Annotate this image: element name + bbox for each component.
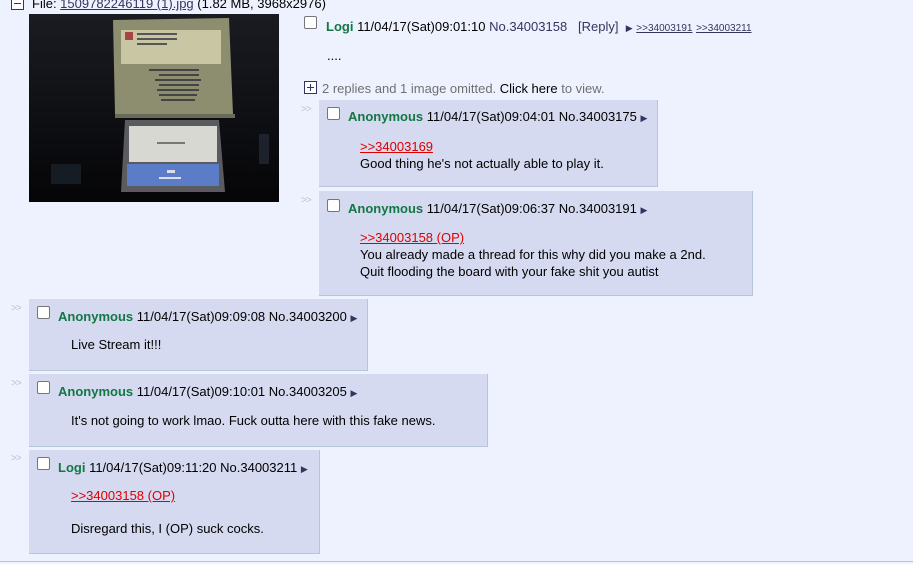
reply-select-checkbox[interactable] [37, 457, 50, 470]
op-menu-arrow-icon[interactable]: ▶ [626, 23, 633, 33]
reply-author-name: Logi [58, 460, 86, 475]
reply-message-line: Good thing he's not actually able to pla… [360, 156, 604, 171]
reply-post-number[interactable]: No.34003175 [559, 109, 637, 124]
file-meta: (1.82 MB, 3968x2976) [193, 0, 326, 11]
op-image[interactable] [29, 14, 279, 202]
file-label: File: [32, 0, 61, 11]
reply-message-line: Disregard this, I (OP) suck cocks. [71, 521, 264, 536]
reply-message-line: Live Stream it!!! [71, 337, 162, 352]
reply-select-checkbox[interactable] [327, 199, 340, 212]
reply-post-34003200: Anonymous 11/04/17(Sat)09:09:08 No.34003… [29, 299, 368, 371]
file-info: File: 1509782246119 (1).jpg (1.82 MB, 39… [32, 0, 326, 11]
reply-menu-arrow-icon[interactable]: ▶ [641, 205, 648, 215]
hide-thread-icon[interactable] [11, 0, 24, 10]
reply-author-name: Anonymous [348, 201, 424, 216]
reply-author-name: Anonymous [58, 309, 134, 324]
reply-datetime: 11/04/17(Sat)09:11:20 [89, 460, 217, 475]
click-here-link[interactable]: Click here [500, 81, 558, 96]
reply-datetime: 11/04/17(Sat)09:09:08 [136, 309, 266, 324]
reply-header: Anonymous 11/04/17(Sat)09:06:37 No.34003… [348, 201, 647, 216]
side-arrows: >> [301, 104, 312, 115]
reply-menu-arrow-icon[interactable]: ▶ [301, 464, 308, 474]
reply-quote-link[interactable]: >>34003158 (OP) [71, 487, 264, 504]
reply-menu-arrow-icon[interactable]: ▶ [641, 113, 648, 123]
reply-header: Anonymous 11/04/17(Sat)09:04:01 No.34003… [348, 109, 647, 124]
op-post-header: Logi 11/04/17(Sat)09:01:10 No.34003158 [… [326, 19, 752, 34]
reply-post-34003205: Anonymous 11/04/17(Sat)09:10:01 No.34003… [29, 374, 488, 447]
reply-datetime: 11/04/17(Sat)09:10:01 [136, 384, 266, 399]
reply-author-name: Anonymous [348, 109, 424, 124]
file-link[interactable]: 1509782246119 (1).jpg [60, 0, 194, 11]
reply-menu-arrow-icon[interactable]: ▶ [351, 388, 358, 398]
side-arrows: >> [11, 303, 22, 314]
reply-header: Anonymous 11/04/17(Sat)09:10:01 No.34003… [58, 384, 357, 399]
reply-header: Logi 11/04/17(Sat)09:11:20 No.34003211 ▶ [58, 460, 308, 475]
reply-header: Anonymous 11/04/17(Sat)09:09:08 No.34003… [58, 309, 357, 324]
op-backlink-2[interactable]: >>34003211 [696, 23, 751, 34]
thread-divider [0, 561, 913, 562]
reply-select-checkbox[interactable] [37, 306, 50, 319]
reply-quote-link[interactable]: >>34003158 (OP) [360, 229, 706, 246]
op-datetime: 11/04/17(Sat)09:01:10 [357, 19, 486, 34]
reply-menu-arrow-icon[interactable]: ▶ [351, 313, 358, 323]
op-select-checkbox[interactable] [304, 16, 317, 29]
reply-author-name: Anonymous [58, 384, 134, 399]
expand-omitted-icon[interactable] [304, 81, 317, 94]
reply-datetime: 11/04/17(Sat)09:04:01 [426, 109, 556, 124]
side-arrows: >> [11, 378, 22, 389]
reply-post-34003211: Logi 11/04/17(Sat)09:11:20 No.34003211 ▶… [29, 450, 320, 554]
reply-post-number[interactable]: No.34003200 [269, 309, 347, 324]
reply-select-checkbox[interactable] [37, 381, 50, 394]
reply-post-number[interactable]: No.34003211 [220, 460, 297, 475]
op-author-name: Logi [326, 19, 354, 34]
reply-post-number[interactable]: No.34003205 [269, 384, 347, 399]
to-view-text: to view. [561, 81, 605, 96]
reply-message-line: Quit flooding the board with your fake s… [360, 264, 659, 279]
reply-post-number[interactable]: No.34003191 [559, 201, 637, 216]
reply-post-34003191: Anonymous 11/04/17(Sat)09:06:37 No.34003… [319, 191, 753, 296]
reply-post-34003175: Anonymous 11/04/17(Sat)09:04:01 No.34003… [319, 100, 658, 187]
reply-datetime: 11/04/17(Sat)09:06:37 [426, 201, 556, 216]
side-arrows: >> [301, 195, 312, 206]
omitted-notice: 2 replies and 1 image omitted. Click her… [322, 81, 605, 96]
reply-message-line: You already made a thread for this why d… [360, 247, 706, 262]
reply-select-checkbox[interactable] [327, 107, 340, 120]
op-backlink-1[interactable]: >>34003191 [636, 23, 692, 34]
reply-message-line: It's not going to work lmao. Fuck outta … [71, 413, 436, 428]
op-message: .... [327, 48, 342, 63]
omitted-text: 2 replies and 1 image omitted. [322, 81, 497, 96]
side-arrows: >> [11, 453, 22, 464]
op-reply-link[interactable]: [Reply] [578, 19, 618, 34]
reply-quote-link[interactable]: >>34003169 [360, 138, 604, 155]
op-post-number[interactable]: No.34003158 [489, 19, 567, 34]
